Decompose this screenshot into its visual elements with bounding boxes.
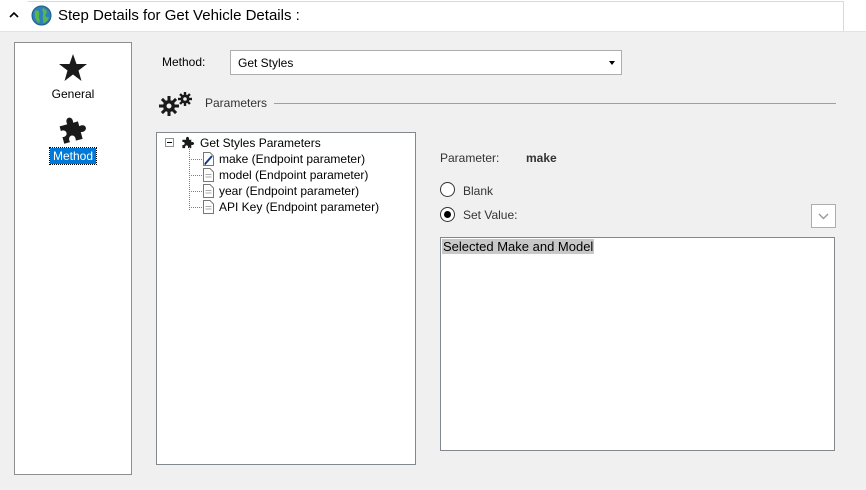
header-border-right — [843, 1, 844, 31]
chevron-down-icon — [818, 213, 829, 220]
parameters-section-label: Parameters — [205, 96, 268, 110]
chevron-down-icon — [609, 61, 615, 65]
tree-connector — [189, 147, 190, 210]
value-textarea[interactable]: Selected Make and Model — [440, 237, 835, 451]
puzzle-icon — [59, 117, 86, 144]
step-details-header: Step Details for Get Vehicle Details : — [0, 0, 866, 32]
document-icon — [203, 200, 214, 214]
puzzle-icon — [182, 136, 195, 149]
sidebar-item-method[interactable]: Method — [15, 115, 131, 165]
tree-node-api-key[interactable]: API Key (Endpoint parameter) — [219, 199, 379, 215]
blank-radio[interactable] — [440, 182, 455, 197]
tree-collapse-toggle[interactable] — [165, 138, 174, 147]
tree-node-year[interactable]: year (Endpoint parameter) — [219, 183, 359, 199]
parameter-caption: Parameter: — [440, 151, 500, 165]
method-selected-value: Get Styles — [238, 56, 294, 70]
tree-connector — [189, 207, 202, 208]
method-label: Method: — [162, 55, 206, 69]
star-icon — [59, 54, 87, 81]
tree-node-make[interactable]: make (Endpoint parameter) — [219, 151, 365, 167]
globe-icon — [31, 5, 52, 26]
parameter-name: make — [526, 151, 557, 165]
tree-connector — [189, 175, 202, 176]
section-divider — [274, 103, 836, 104]
header-border-top — [28, 1, 844, 2]
tree-connector — [189, 191, 202, 192]
tree-root-node[interactable]: Get Styles Parameters — [200, 135, 321, 151]
set-value-radio[interactable] — [440, 207, 455, 222]
set-value-radio-label[interactable]: Set Value: — [463, 208, 517, 222]
value-text: Selected Make and Model — [442, 239, 595, 254]
page-title: Step Details for Get Vehicle Details : — [58, 7, 300, 24]
tree-connector — [189, 159, 202, 160]
method-dropdown[interactable]: Get Styles — [230, 50, 622, 75]
tree-node-model[interactable]: model (Endpoint parameter) — [219, 167, 368, 183]
parameter-tree[interactable]: Get Styles Parameters make (Endpoint par… — [156, 132, 416, 465]
step-sidebar: General Method — [14, 42, 132, 475]
collapse-chevron-up-icon[interactable] — [7, 8, 21, 22]
value-options-button[interactable] — [811, 204, 836, 228]
sidebar-item-general[interactable]: General — [15, 53, 131, 102]
blank-radio-label[interactable]: Blank — [463, 184, 493, 198]
document-icon — [203, 184, 214, 198]
edited-document-icon — [203, 152, 214, 166]
sidebar-item-label: General — [51, 87, 95, 101]
sidebar-item-label: Method — [48, 147, 98, 165]
gears-icon — [159, 92, 192, 116]
document-icon — [203, 168, 214, 182]
